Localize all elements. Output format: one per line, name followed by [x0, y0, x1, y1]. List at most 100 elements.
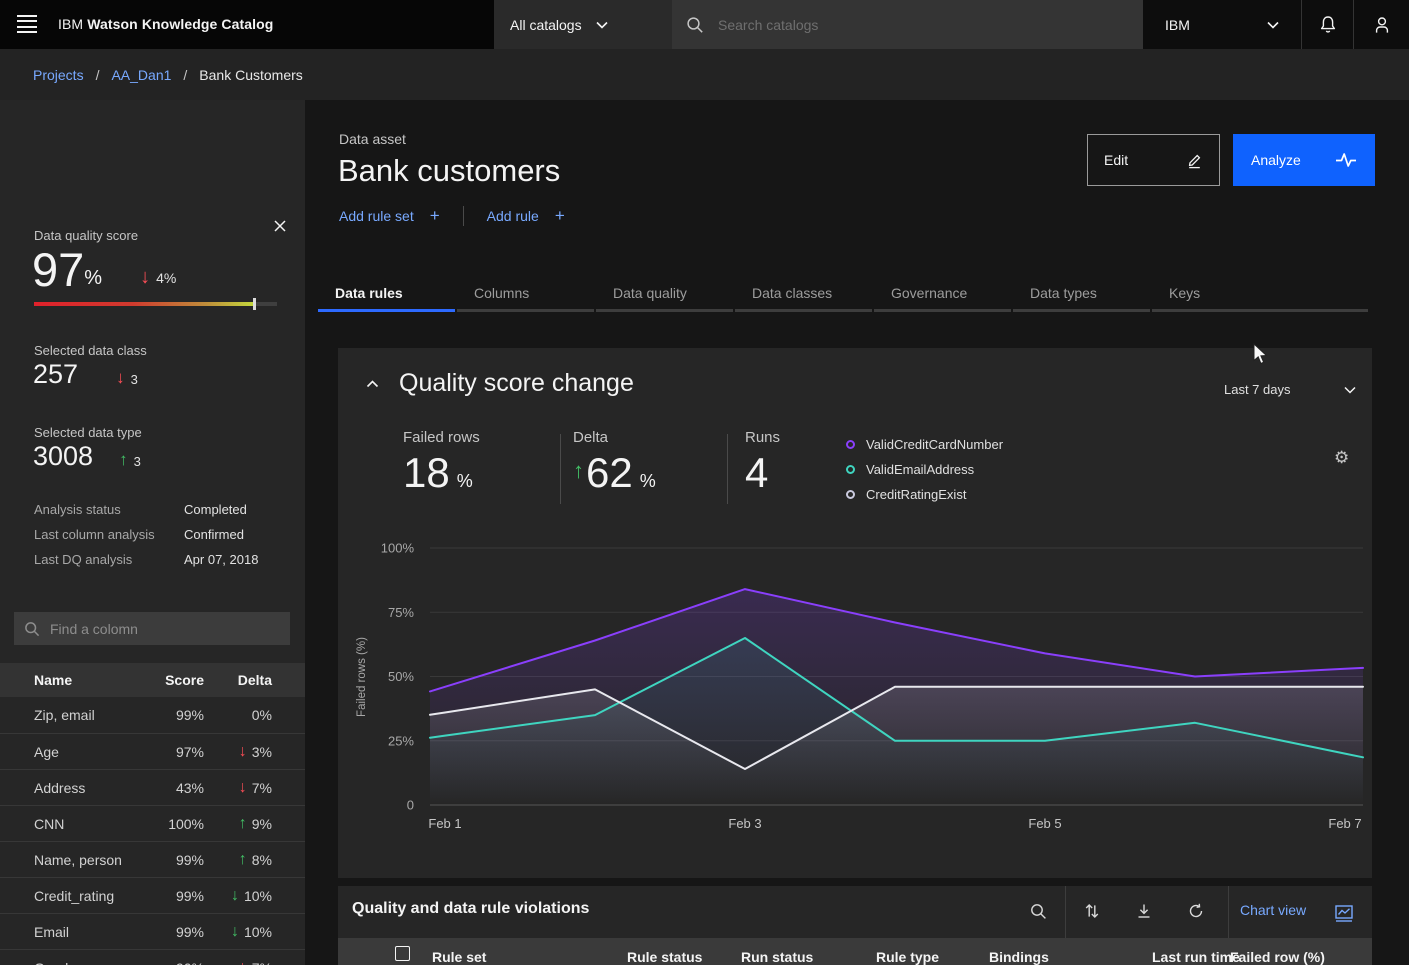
violations-column-run-status: Run status: [741, 949, 813, 965]
svg-text:Feb 1: Feb 1: [428, 816, 461, 831]
column-delta: 9%: [252, 816, 272, 832]
column-name: Email: [0, 924, 150, 940]
search-input[interactable]: [718, 17, 1129, 33]
refresh-button[interactable]: [1182, 897, 1210, 925]
arrow-down-icon: ↓: [116, 368, 125, 388]
edit-button[interactable]: Edit: [1087, 134, 1220, 186]
line-chart-icon: [1335, 905, 1353, 922]
quality-score-line-chart: 100%75%50%25%0Failed rows (%)Feb 1Feb 3F…: [352, 530, 1372, 845]
table-row[interactable]: Age97%↓3%: [0, 733, 305, 769]
add-rule-link[interactable]: Add rule +: [487, 206, 565, 226]
legend-item[interactable]: ValidCreditCardNumber: [846, 432, 1003, 457]
column-score: 43%: [150, 780, 204, 796]
tab-label: Columns: [474, 285, 529, 301]
table-row[interactable]: Credit_rating99%↓10%: [0, 877, 305, 913]
score-unit: %: [84, 267, 102, 293]
table-row[interactable]: CNN100%↑9%: [0, 805, 305, 841]
column-score: 99%: [150, 852, 204, 868]
data-type-delta: 3: [134, 454, 141, 470]
arrow-down-icon: ↓: [239, 779, 247, 797]
top-bar: IBM Watson Knowledge Catalog All catalog…: [0, 0, 1409, 49]
data-class-delta: 3: [131, 372, 138, 388]
stat-failed-rows: Failed rows 18 %: [403, 429, 480, 494]
bell-icon: [1318, 15, 1338, 35]
columns-table-header: Name Score Delta: [0, 663, 305, 697]
analyze-button[interactable]: Analyze: [1233, 134, 1375, 186]
tab-data-quality[interactable]: Data quality: [596, 277, 733, 312]
menu-icon[interactable]: [16, 13, 38, 35]
legend-item[interactable]: CreditRatingExist: [846, 482, 1003, 507]
svg-text:Feb 5: Feb 5: [1028, 816, 1061, 831]
filter-button[interactable]: [1078, 897, 1106, 925]
violations-column-rule-set: Rule set: [432, 949, 486, 965]
divider: [560, 434, 561, 504]
score-gradient-bar: [34, 302, 277, 306]
pulse-icon: [1335, 151, 1357, 169]
restart-icon: [1188, 903, 1204, 919]
legend-ring-icon: [846, 440, 855, 449]
select-all-checkbox[interactable]: [395, 946, 410, 961]
chevron-down-icon: [1344, 386, 1356, 394]
arrow-up-icon: ↑: [239, 851, 247, 869]
last-dq-analysis-value: Apr 07, 2018: [184, 552, 258, 567]
svg-text:0: 0: [407, 798, 414, 813]
breadcrumb-project[interactable]: AA_Dan1: [111, 67, 171, 83]
last-column-analysis-value: Confirmed: [184, 527, 244, 542]
close-icon[interactable]: [272, 218, 292, 238]
tab-data-types[interactable]: Data types: [1013, 277, 1150, 312]
table-row[interactable]: Gender90%↓7%: [0, 949, 305, 965]
legend-label: CreditRatingExist: [866, 487, 966, 502]
column-name: Gender: [0, 960, 150, 965]
collapse-icon[interactable]: [366, 380, 379, 388]
chart-view-link[interactable]: Chart view: [1240, 902, 1306, 918]
legend-item[interactable]: ValidEmailAddress: [846, 457, 1003, 482]
notifications-button[interactable]: [1301, 0, 1353, 49]
catalogs-dropdown[interactable]: All catalogs: [494, 0, 672, 49]
table-row[interactable]: Zip, email99%0%: [0, 697, 305, 733]
search-button[interactable]: [1024, 897, 1052, 925]
legend-ring-icon: [846, 490, 855, 499]
catalogs-dropdown-label: All catalogs: [510, 17, 582, 33]
find-column-input[interactable]: [50, 621, 280, 637]
brand-prefix: IBM: [58, 16, 83, 32]
analysis-status-row: Analysis status Completed: [34, 502, 274, 517]
violations-card: Quality and data rule violations Chart v…: [338, 886, 1372, 965]
violations-column-failed-row-: Failed row (%): [1230, 949, 1325, 965]
score-label: Data quality score: [34, 228, 138, 243]
tab-governance[interactable]: Governance: [874, 277, 1011, 312]
column-delta: 0%: [252, 707, 272, 723]
analysis-status-value: Completed: [184, 502, 247, 517]
time-range-dropdown[interactable]: Last 7 days: [1224, 382, 1356, 397]
chart-view-button[interactable]: [1330, 899, 1358, 927]
data-quality-sidebar: Data quality score 97 % ↓ 4% Selected da…: [0, 100, 305, 965]
asset-type-label: Data asset: [339, 131, 406, 147]
analysis-status-label: Analysis status: [34, 502, 121, 517]
header-delta: Delta: [204, 672, 272, 688]
analyze-button-label: Analyze: [1251, 152, 1301, 168]
add-rule-set-link[interactable]: Add rule set +: [339, 206, 440, 226]
find-column-search: [14, 612, 290, 645]
person-icon: [1372, 15, 1392, 35]
gear-icon[interactable]: ⚙: [1334, 449, 1349, 466]
tab-data-rules[interactable]: Data rules: [318, 277, 455, 312]
column-name: Name, person: [0, 852, 150, 868]
add-links: Add rule set + Add rule +: [339, 206, 565, 226]
table-row[interactable]: Email99%↓10%: [0, 913, 305, 949]
violations-table-header: Rule setRule statusRun statusRule typeBi…: [338, 938, 1372, 965]
tab-keys[interactable]: Keys: [1152, 277, 1368, 312]
plus-icon: +: [430, 206, 440, 226]
tab-columns[interactable]: Columns: [457, 277, 594, 312]
breadcrumb-projects[interactable]: Projects: [33, 67, 84, 83]
profile-button[interactable]: [1353, 0, 1409, 49]
catalog-search: [672, 0, 1143, 49]
tab-label: Data types: [1030, 285, 1097, 301]
time-range-label: Last 7 days: [1224, 382, 1291, 397]
add-rule-set-label: Add rule set: [339, 208, 414, 224]
table-row[interactable]: Address43%↓7%: [0, 769, 305, 805]
tab-data-classes[interactable]: Data classes: [735, 277, 872, 312]
download-button[interactable]: [1130, 897, 1158, 925]
edit-button-label: Edit: [1104, 152, 1128, 168]
account-dropdown[interactable]: IBM: [1143, 0, 1301, 49]
legend-ring-icon: [846, 465, 855, 474]
table-row[interactable]: Name, person99%↑8%: [0, 841, 305, 877]
